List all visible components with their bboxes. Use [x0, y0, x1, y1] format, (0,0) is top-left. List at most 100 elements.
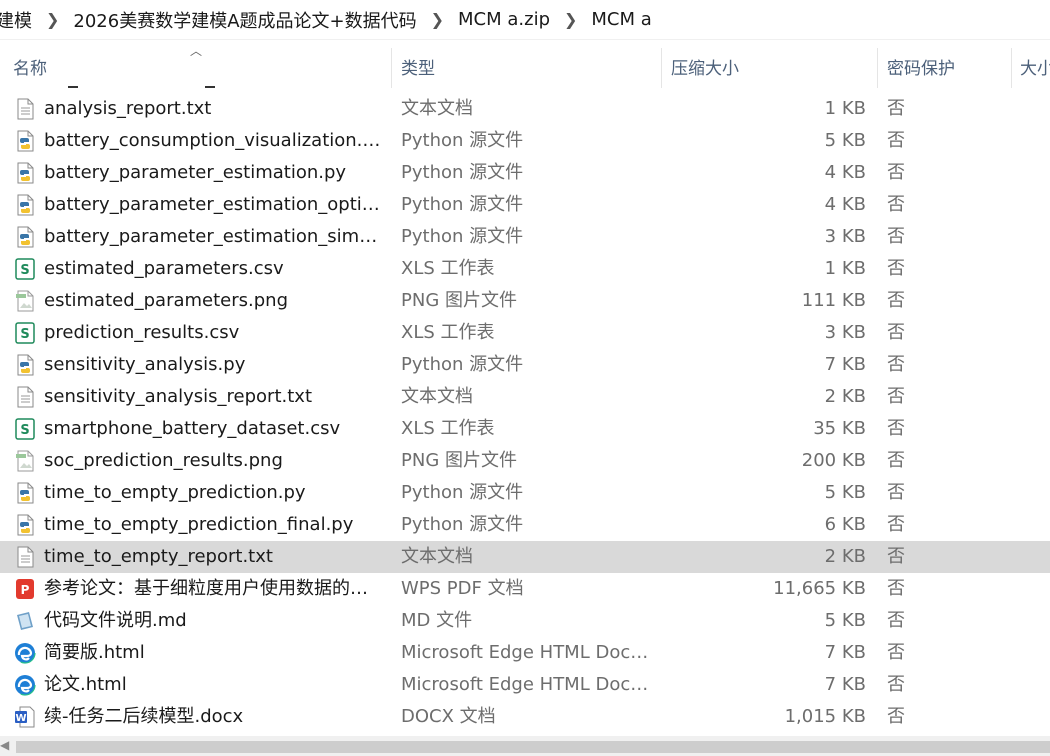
file-type: Python 源文件	[401, 226, 524, 247]
header-underline-mark	[68, 86, 78, 88]
file-row[interactable]: 论文.html Microsoft Edge HTML Docu... 7 KB 否	[0, 669, 1050, 701]
file-password-protected: 否	[887, 226, 905, 247]
file-row[interactable]: time_to_empty_prediction_final.py Python …	[0, 509, 1050, 541]
python-file-icon	[14, 514, 36, 536]
file-row[interactable]: sensitivity_analysis_report.txt 文本文档 2 KB 否	[0, 381, 1050, 413]
file-compressed-size: 5 KB	[824, 610, 866, 631]
file-name: battery_parameter_estimation_optim...	[44, 194, 384, 215]
python-file-icon	[14, 194, 36, 216]
file-row[interactable]: Ssmartphone_battery_dataset.csv XLS 工作表 35…	[0, 413, 1050, 445]
svg-text:S: S	[20, 327, 29, 342]
file-type: 文本文档	[401, 98, 473, 119]
python-file-icon	[14, 226, 36, 248]
file-row[interactable]: W 续-任务二后续模型.docx DOCX 文档 1,015 KB 否	[0, 701, 1050, 733]
file-type: Python 源文件	[401, 514, 524, 535]
file-password-protected: 否	[887, 706, 905, 727]
spreadsheet-file-icon: S	[14, 258, 36, 280]
column-divider[interactable]	[877, 48, 878, 88]
header-underline-mark	[205, 86, 215, 88]
file-row[interactable]: battery_consumption_visualization.py Pyth…	[0, 125, 1050, 157]
file-name: 参考论文：基于细粒度用户使用数据的智...	[44, 578, 384, 599]
file-compressed-size: 4 KB	[824, 194, 866, 215]
file-compressed-size: 2 KB	[824, 386, 866, 407]
text-file-icon	[14, 98, 36, 120]
file-password-protected: 否	[887, 578, 905, 599]
file-password-protected: 否	[887, 98, 905, 119]
file-compressed-size: 35 KB	[813, 418, 866, 439]
file-password-protected: 否	[887, 130, 905, 151]
file-compressed-size: 111 KB	[801, 290, 866, 311]
column-divider[interactable]	[661, 48, 662, 88]
breadcrumb-item-folder[interactable]: 2026美赛数学建模A题成品论文+数据代码	[69, 7, 420, 33]
text-file-icon	[14, 386, 36, 408]
file-name: 续-任务二后续模型.docx	[44, 706, 244, 727]
file-compressed-size: 1 KB	[824, 98, 866, 119]
column-header-password[interactable]: 密码保护	[887, 40, 1009, 92]
column-header-type[interactable]: 类型	[401, 40, 659, 92]
breadcrumb-item-root[interactable]: 建模	[0, 7, 36, 33]
file-password-protected: 否	[887, 194, 905, 215]
svg-text:S: S	[20, 423, 29, 438]
file-password-protected: 否	[887, 642, 905, 663]
file-type: XLS 工作表	[401, 418, 495, 439]
file-name: 简要版.html	[44, 642, 145, 663]
horizontal-scrollbar[interactable]: ◀	[0, 736, 1050, 756]
file-type: Python 源文件	[401, 130, 524, 151]
file-compressed-size: 4 KB	[824, 162, 866, 183]
pdf-file-icon: P	[14, 578, 36, 600]
column-header-size[interactable]: 大小	[1020, 40, 1050, 92]
file-password-protected: 否	[887, 674, 905, 695]
file-row[interactable]: time_to_empty_prediction.py Python 源文件 5 K…	[0, 477, 1050, 509]
file-row[interactable]: analysis_report.txt 文本文档 1 KB 否	[0, 93, 1050, 125]
file-row[interactable]: time_to_empty_report.txt 文本文档 2 KB 否	[0, 541, 1050, 573]
file-password-protected: 否	[887, 322, 905, 343]
file-row[interactable]: 代码文件说明.md MD 文件 5 KB 否	[0, 605, 1050, 637]
file-row[interactable]: Sestimated_parameters.csv XLS 工作表 1 KB 否	[0, 253, 1050, 285]
chevron-right-icon: ❯	[564, 10, 578, 29]
file-row[interactable]: battery_parameter_estimation_optim... Pyt…	[0, 189, 1050, 221]
file-type: XLS 工作表	[401, 322, 495, 343]
file-row[interactable]: sensitivity_analysis.py Python 源文件 7 KB 否	[0, 349, 1050, 381]
spreadsheet-file-icon: S	[14, 322, 36, 344]
file-type: 文本文档	[401, 546, 473, 567]
file-compressed-size: 6 KB	[824, 514, 866, 535]
python-file-icon	[14, 482, 36, 504]
file-type: MD 文件	[401, 610, 473, 631]
file-password-protected: 否	[887, 258, 905, 279]
file-type: PNG 图片文件	[401, 290, 517, 311]
file-password-protected: 否	[887, 386, 905, 407]
breadcrumb-item-zip[interactable]: MCM a.zip	[454, 9, 554, 30]
file-name: estimated_parameters.csv	[44, 258, 284, 279]
scrollbar-thumb[interactable]	[16, 741, 1050, 753]
file-compressed-size: 7 KB	[824, 674, 866, 695]
file-name: 代码文件说明.md	[44, 610, 187, 631]
file-compressed-size: 3 KB	[824, 322, 866, 343]
file-row[interactable]: soc_prediction_results.png PNG 图片文件 200 KB…	[0, 445, 1050, 477]
word-file-icon: W	[14, 706, 36, 728]
spreadsheet-file-icon: S	[14, 418, 36, 440]
svg-text:S: S	[20, 263, 29, 278]
svg-text:W: W	[15, 713, 26, 724]
file-password-protected: 否	[887, 514, 905, 535]
svg-text:P: P	[21, 583, 30, 597]
file-row[interactable]: estimated_parameters.png PNG 图片文件 111 KB 否	[0, 285, 1050, 317]
file-row[interactable]: battery_parameter_estimation.py Python 源文…	[0, 157, 1050, 189]
file-row[interactable]: Sprediction_results.csv XLS 工作表 3 KB 否	[0, 317, 1050, 349]
file-type: Python 源文件	[401, 162, 524, 183]
file-row[interactable]: P 参考论文：基于细粒度用户使用数据的智... WPS PDF 文档 11,665 K…	[0, 573, 1050, 605]
file-password-protected: 否	[887, 418, 905, 439]
file-row[interactable]: 简要版.html Microsoft Edge HTML Docu... 7 KB 否	[0, 637, 1050, 669]
file-name: battery_parameter_estimation_simpl...	[44, 226, 384, 247]
file-name: prediction_results.csv	[44, 322, 240, 343]
column-divider[interactable]	[1011, 48, 1012, 88]
file-name: time_to_empty_prediction.py	[44, 482, 306, 503]
column-header-compressed-size[interactable]: 压缩大小	[671, 40, 875, 92]
column-divider[interactable]	[391, 48, 392, 88]
breadcrumb: 建模 ❯ 2026美赛数学建模A题成品论文+数据代码 ❯ MCM a.zip ❯…	[0, 0, 1050, 40]
file-password-protected: 否	[887, 450, 905, 471]
file-row[interactable]: battery_parameter_estimation_simpl... Pyt…	[0, 221, 1050, 253]
file-compressed-size: 5 KB	[824, 130, 866, 151]
scroll-left-icon[interactable]: ◀	[0, 738, 9, 752]
breadcrumb-item-current[interactable]: MCM a	[587, 9, 655, 30]
file-type: Microsoft Edge HTML Docu...	[401, 642, 653, 663]
